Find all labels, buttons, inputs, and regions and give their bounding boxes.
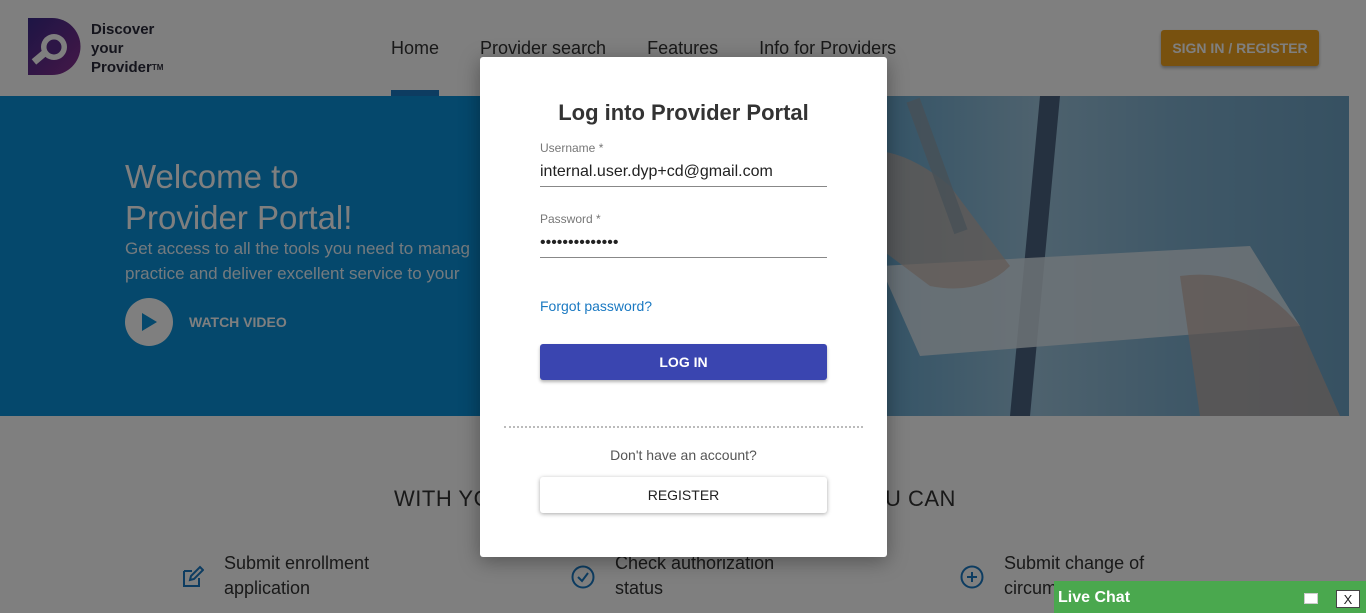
username-input[interactable] <box>540 161 827 187</box>
close-chat-button[interactable]: X <box>1336 590 1360 608</box>
username-field: Username * <box>540 141 827 187</box>
no-account-text: Don't have an account? <box>610 447 757 463</box>
username-label: Username * <box>540 141 604 155</box>
password-label: Password * <box>540 212 601 226</box>
register-button[interactable]: REGISTER <box>540 477 827 513</box>
live-chat-label[interactable]: Live Chat <box>1058 589 1130 607</box>
password-field: Password * <box>540 212 827 258</box>
dialog-divider <box>504 426 863 428</box>
minimize-icon[interactable] <box>1304 593 1318 604</box>
live-chat-bar[interactable]: Live Chat X <box>1054 581 1366 613</box>
dialog-title: Log into Provider Portal <box>558 100 809 125</box>
forgot-password-link[interactable]: Forgot password? <box>540 298 652 314</box>
login-button[interactable]: LOG IN <box>540 344 827 380</box>
login-dialog: Log into Provider Portal Username * Pass… <box>480 57 887 557</box>
password-input[interactable] <box>540 232 827 258</box>
